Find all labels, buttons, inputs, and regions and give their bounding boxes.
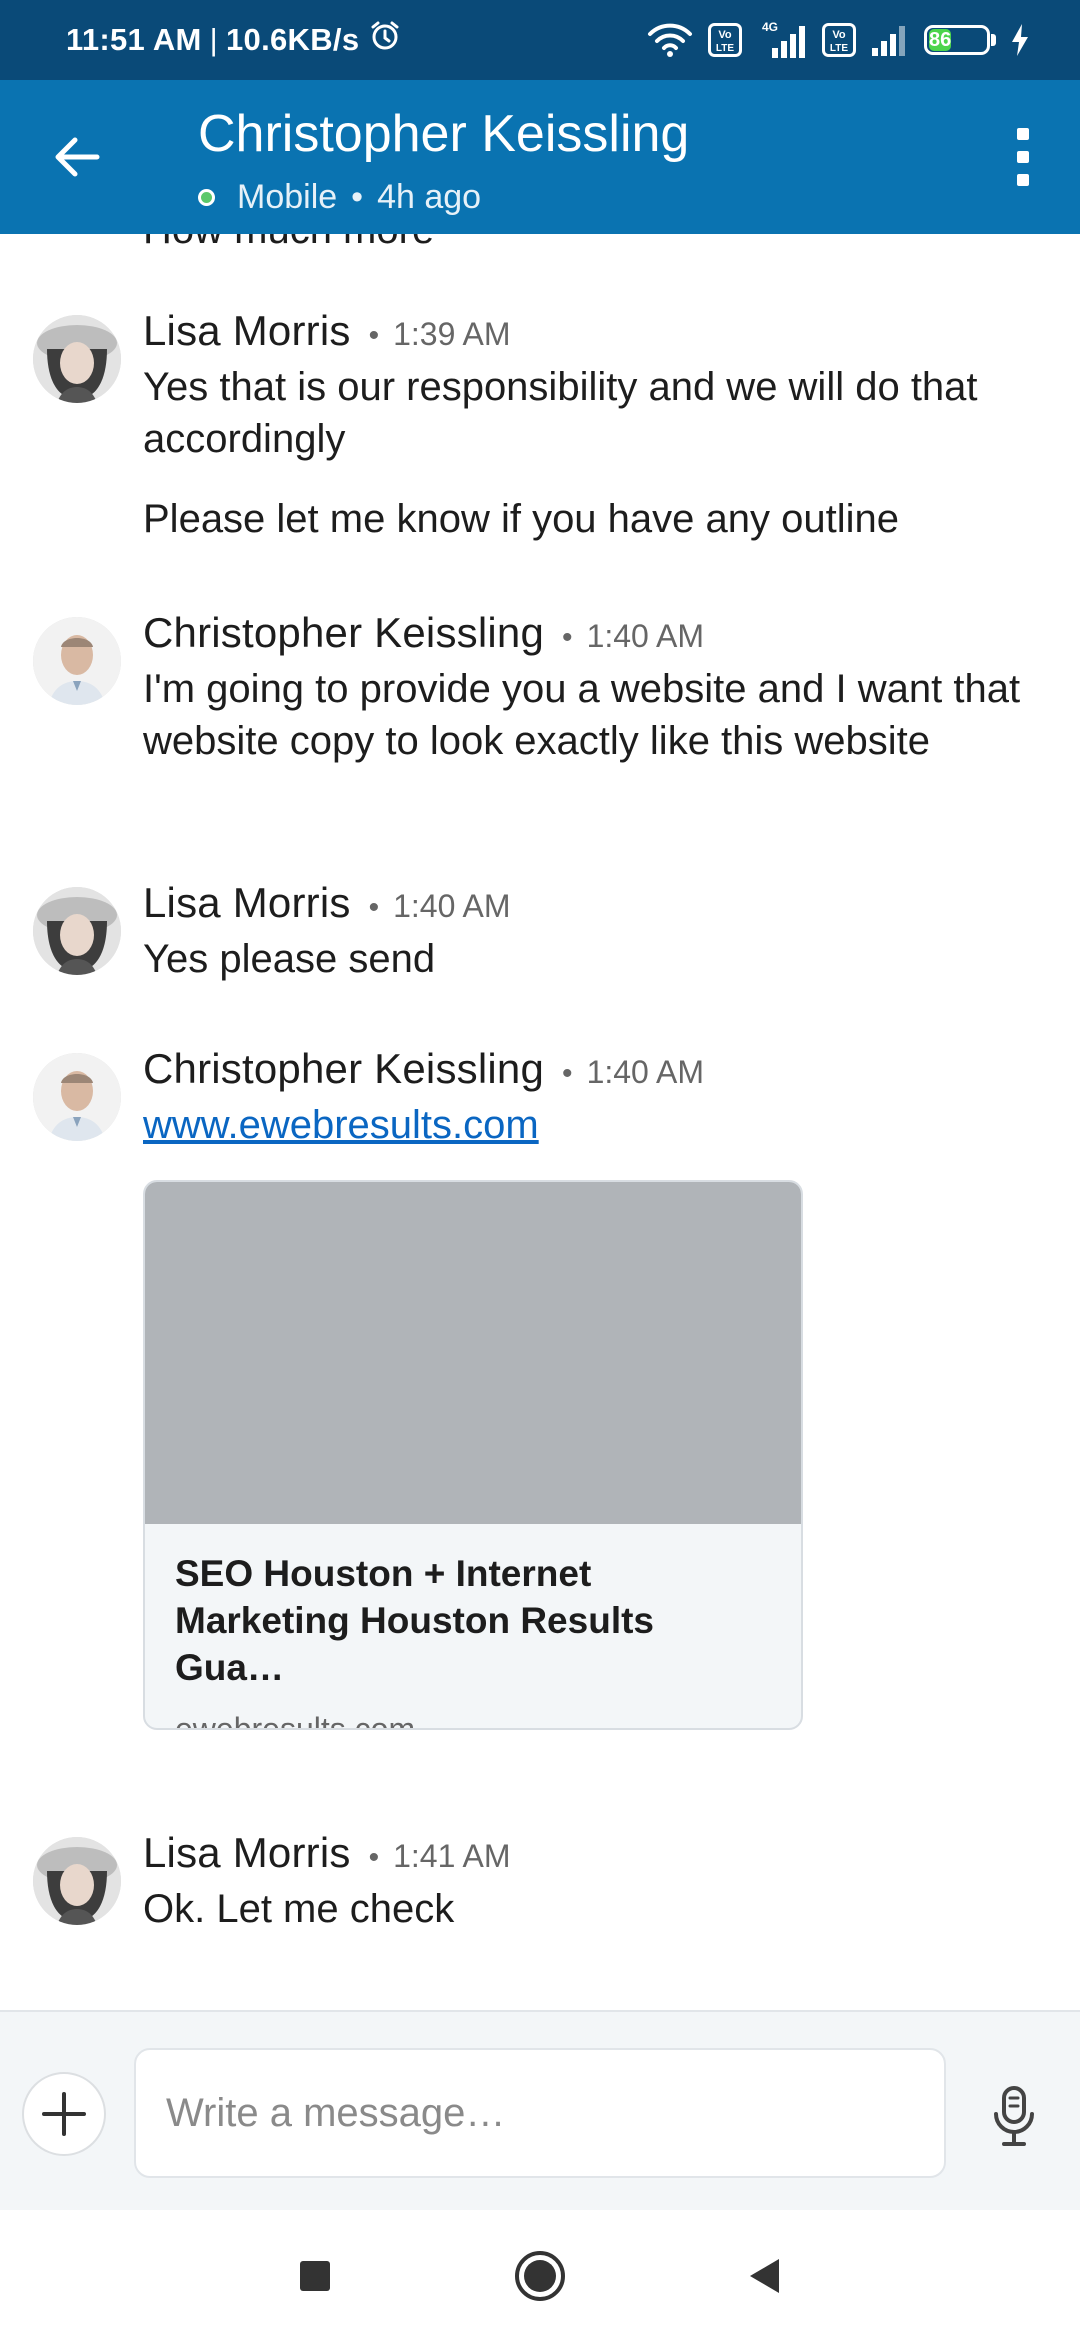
back-button[interactable] [44,124,110,190]
recent-apps-button[interactable] [285,2246,345,2306]
svg-text:LTE: LTE [716,43,734,54]
network-speed: 10.6KB/s [226,22,360,57]
last-active: 4h ago [377,178,482,216]
avatar[interactable] [33,1053,121,1141]
signal-icon-2 [870,22,910,58]
presence-status: Mobile • 4h ago [198,178,481,217]
message-composer [0,2010,1080,2210]
charging-icon [1010,23,1030,57]
plus-icon [42,2092,86,2136]
svg-text:LTE: LTE [830,43,848,54]
avatar[interactable] [33,315,121,403]
christopher-keissling-avatar-icon [33,617,121,705]
status-bar-left: 11:51 AM | 10.6KB/s [66,20,401,60]
volte-icon-2: Vo LTE [822,23,856,57]
message-header: Lisa Morris • 1:40 AM [143,879,511,927]
lisa-morris-avatar-icon [33,887,121,975]
cut-off-message: How much more [143,234,434,253]
alarm-icon [369,20,401,60]
presence-label: Mobile [237,178,338,216]
recent-apps-icon [300,2261,330,2291]
message-text: Please let me know if you have any outli… [143,497,899,541]
microphone-icon [994,2086,1034,2146]
message-time: 1:40 AM [586,1054,704,1090]
message-item: Christopher Keissling • 1:40 AM www.eweb… [0,1045,1080,1730]
message-text: Ok. Let me check [143,1887,455,1931]
arrow-left-icon [55,137,100,177]
avatar[interactable] [33,1837,121,1925]
message-link[interactable]: www.ewebresults.com [143,1103,539,1147]
meta-separator: • [368,1841,380,1874]
chat-title[interactable]: Christopher Keissling [198,104,689,164]
more-vertical-icon [1017,128,1029,140]
online-status-icon [198,189,215,206]
message-text: Yes please send [143,937,436,981]
home-icon [515,2251,565,2301]
lisa-morris-avatar-icon [33,1837,121,1925]
wifi-icon [646,22,694,58]
battery-icon: 86 [924,25,996,55]
link-preview-title: SEO Houston + Internet Marketing Houston… [175,1553,654,1688]
system-navigation-bar [0,2210,1080,2340]
message-header: Lisa Morris • 1:39 AM [143,307,511,355]
message-text: Yes that is our responsibility and we wi… [143,365,978,461]
message-body: I'm going to provide you a website and I… [143,663,1043,795]
voice-message-button[interactable] [978,2074,1050,2158]
message-item: Lisa Morris • 1:41 AM Ok. Let me check [0,1829,1080,1957]
sender-name[interactable]: Christopher Keissling [143,1045,544,1093]
home-button[interactable] [510,2246,570,2306]
attach-button[interactable] [22,2072,106,2156]
status-bar-right: Vo LTE 4G Vo LTE 86 [646,20,1030,60]
status-bar: 11:51 AM | 10.6KB/s Vo LTE 4G Vo LTE 86 [0,0,1080,80]
message-time: 1:40 AM [586,618,704,654]
svg-text:Vo: Vo [718,29,732,41]
presence-separator: • [351,178,364,216]
svg-text:Vo: Vo [832,29,846,41]
message-time: 1:41 AM [393,1838,511,1874]
christopher-keissling-avatar-icon [33,1053,121,1141]
link-preview-card[interactable]: SEO Houston + Internet Marketing Houston… [143,1180,803,1730]
message-input[interactable] [134,2048,946,2178]
network-type-label: 4G [762,20,778,34]
volte-icon: Vo LTE [708,23,742,57]
avatar[interactable] [33,617,121,705]
status-separator: | [209,22,219,57]
message-body: Yes that is our responsibility and we wi… [143,361,1043,573]
message-text: I'm going to provide you a website and I… [143,667,1021,763]
meta-separator: • [368,891,380,924]
message-item: Lisa Morris • 1:40 AM Yes please send [0,879,1080,1007]
status-time: 11:51 AM [66,22,202,57]
avatar[interactable] [33,887,121,975]
meta-separator: • [562,1057,573,1090]
message-time: 1:40 AM [393,888,511,924]
message-header: Lisa Morris • 1:41 AM [143,1829,511,1877]
message-body: www.ewebresults.com [143,1099,1043,1151]
message-header: Christopher Keissling • 1:40 AM [143,609,704,657]
battery-level: 86 [929,29,952,51]
message-body: Ok. Let me check [143,1883,1043,1963]
meta-separator: • [368,319,380,352]
sender-name[interactable]: Christopher Keissling [143,609,544,657]
message-list[interactable]: How much more Lisa Morris • 1:39 AM Yes … [0,234,1080,2010]
sender-name[interactable]: Lisa Morris [143,879,351,927]
message-item: Christopher Keissling • 1:40 AM I'm goin… [0,609,1080,817]
sender-name[interactable]: Lisa Morris [143,1829,351,1877]
back-icon [750,2259,779,2293]
signal-icon: 4G [756,20,808,60]
message-header: Christopher Keissling • 1:40 AM [143,1045,704,1093]
sender-name[interactable]: Lisa Morris [143,307,351,355]
chat-header: Christopher Keissling Mobile • 4h ago [0,80,1080,234]
lisa-morris-avatar-icon [33,315,121,403]
more-options-button[interactable] [990,120,1056,194]
message-body: Yes please send [143,933,1043,1013]
link-preview-image [145,1182,801,1524]
message-time: 1:39 AM [393,316,511,352]
message-item: Lisa Morris • 1:39 AM Yes that is our re… [0,307,1080,541]
meta-separator: • [562,621,573,654]
link-preview-domain: ewebresults.com [175,1711,416,1730]
system-back-button[interactable] [735,2246,795,2306]
